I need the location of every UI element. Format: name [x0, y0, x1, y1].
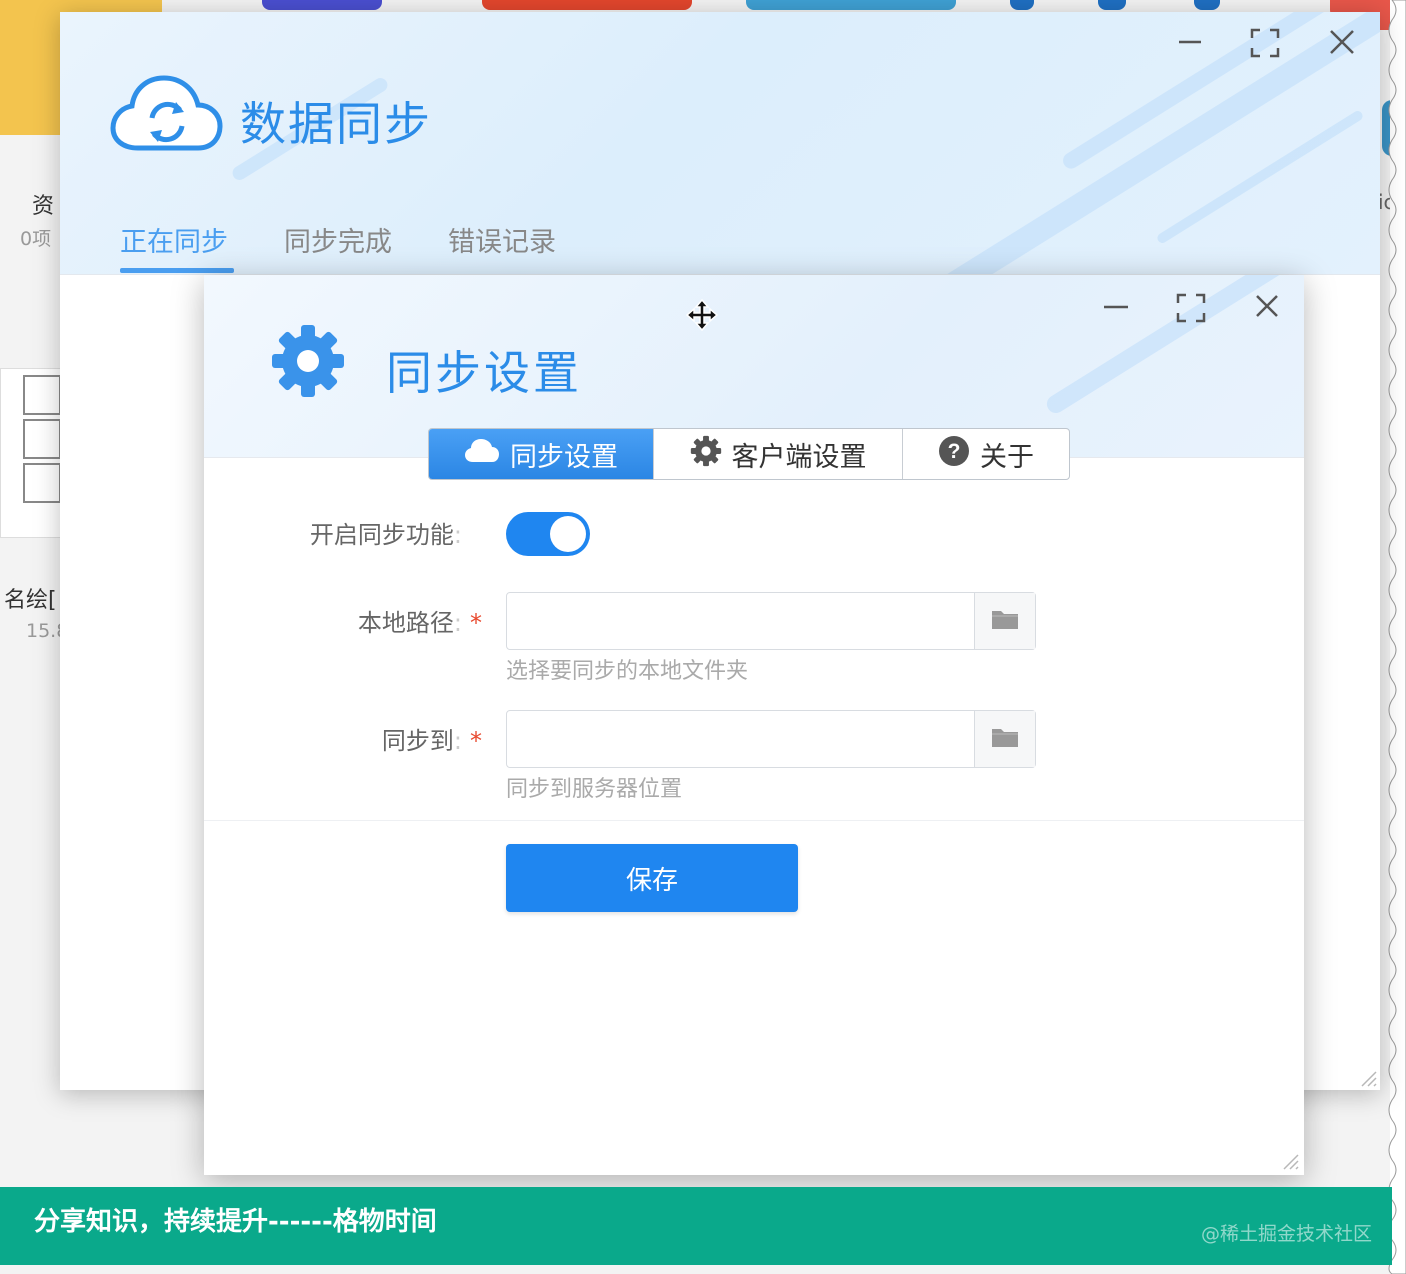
torn-edge [1388, 0, 1406, 1274]
segment-label: 关于 [980, 441, 1034, 473]
active-tab-indicator [120, 268, 234, 273]
local-path-hint: 选择要同步的本地文件夹 [506, 659, 749, 684]
enable-sync-label: 开启同步功能: [309, 521, 462, 549]
resize-grip-icon[interactable] [1356, 1066, 1378, 1088]
minimize-icon[interactable] [1176, 26, 1204, 62]
sync-window-header[interactable]: 数据同步 正在同步 同步完成 错误记录 [60, 12, 1380, 275]
background-tile [1098, 0, 1126, 10]
background-thumbnail [0, 368, 64, 538]
footer-slogan: 分享知识，持续提升------格物时间 [34, 1207, 437, 1237]
cloud-icon [464, 438, 500, 471]
watermark: @稀土掘金技术社区 [1200, 1223, 1372, 1245]
local-path-input[interactable] [517, 601, 961, 643]
tab-about[interactable]: ? 关于 [902, 429, 1069, 479]
maximize-icon[interactable] [1176, 293, 1206, 327]
folder-icon [991, 608, 1019, 634]
tab-syncing[interactable]: 正在同步 [120, 220, 228, 259]
tab-client-settings[interactable]: 客户端设置 [653, 429, 902, 479]
dialog-title: 同步设置 [386, 346, 582, 400]
background-label: 资 [32, 194, 55, 219]
background-label: 0项 [20, 228, 52, 250]
browse-sync-to-button[interactable] [974, 711, 1035, 767]
app-title: 数据同步 [240, 97, 432, 151]
form-divider [204, 820, 1304, 821]
close-icon[interactable] [1328, 28, 1356, 62]
background-label: 名绘[ [4, 588, 57, 613]
local-path-field [506, 592, 1036, 650]
segment-label: 同步设置 [510, 441, 618, 473]
tab-error-log[interactable]: 错误记录 [448, 220, 556, 259]
gear-icon [690, 435, 722, 474]
gear-icon [270, 323, 346, 403]
question-icon: ? [938, 435, 970, 474]
minimize-icon[interactable] [1102, 293, 1130, 325]
enable-sync-toggle[interactable] [506, 512, 590, 556]
tab-sync-settings[interactable]: 同步设置 [429, 429, 653, 479]
local-path-label: 本地路径: * [357, 609, 482, 637]
segment-label: 客户端设置 [731, 441, 867, 473]
browse-local-path-button[interactable] [974, 593, 1035, 649]
svg-text:?: ? [948, 440, 961, 463]
footer-banner: 分享知识，持续提升------格物时间 @稀土掘金技术社区 [0, 1187, 1392, 1265]
sync-to-field [506, 710, 1036, 768]
settings-dialog: 同步设置 同步设置 客户端设置 ? 关于 开启同步功能: 本地路径: * 选择要… [204, 275, 1304, 1175]
settings-segmented-tabs: 同步设置 客户端设置 ? 关于 [428, 428, 1070, 480]
toggle-knob [550, 516, 586, 552]
folder-icon [991, 726, 1019, 752]
background-tile [262, 0, 382, 10]
background-tile [1010, 0, 1034, 10]
close-icon[interactable] [1254, 293, 1280, 323]
background-tile [1194, 0, 1220, 10]
sync-to-label: 同步到: * [381, 727, 482, 755]
sync-to-input[interactable] [517, 719, 961, 761]
resize-grip-icon[interactable] [1278, 1149, 1300, 1171]
background-tile [482, 0, 692, 10]
maximize-icon[interactable] [1250, 28, 1280, 64]
background-tile [746, 0, 956, 10]
sync-to-hint: 同步到服务器位置 [506, 777, 683, 802]
tab-sync-complete[interactable]: 同步完成 [284, 220, 392, 259]
cloud-sync-icon [110, 74, 224, 158]
save-button[interactable]: 保存 [506, 844, 798, 912]
move-cursor-icon [685, 298, 719, 335]
